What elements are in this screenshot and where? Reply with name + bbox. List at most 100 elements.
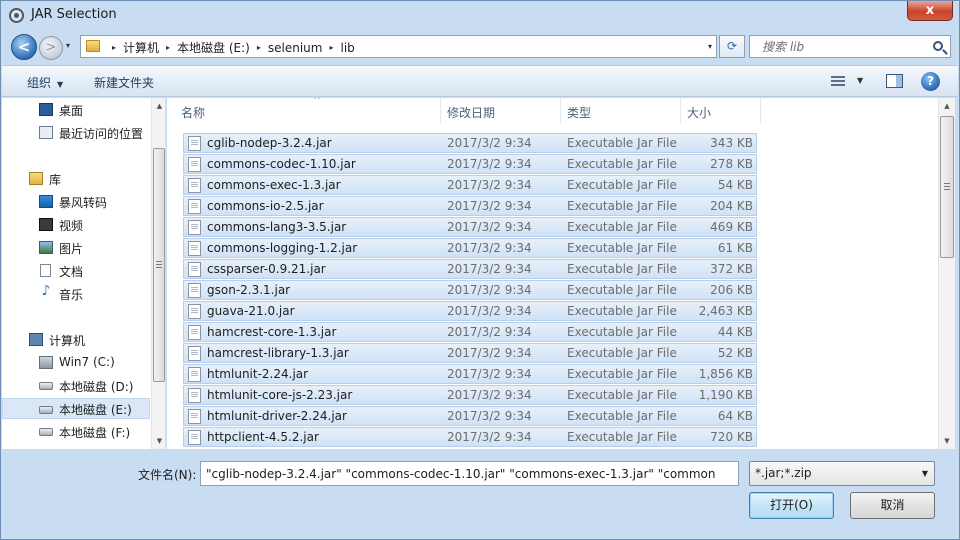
file-type: Executable Jar File bbox=[567, 241, 677, 255]
file-size: 278 KB bbox=[710, 157, 753, 171]
nav-item-documents[interactable]: 文档 bbox=[2, 260, 150, 281]
nav-item-label: 本地磁盘 (E:) bbox=[59, 403, 132, 417]
file-row[interactable]: cglib-nodep-3.2.4.jar 2017/3/2 9:34 Execut… bbox=[183, 133, 757, 153]
file-name: htmlunit-driver-2.24.jar bbox=[207, 409, 347, 423]
file-name: commons-exec-1.3.jar bbox=[207, 178, 341, 192]
scroll-down-arrow[interactable]: ▼ bbox=[152, 433, 165, 449]
file-row[interactable]: gson-2.3.1.jar 2017/3/2 9:34 Executable Ja… bbox=[183, 280, 757, 300]
nav-pane-scroll-thumb[interactable] bbox=[153, 148, 165, 382]
chevron-right-icon[interactable]: ▸ bbox=[112, 43, 116, 52]
file-row[interactable]: commons-logging-1.2.jar 2017/3/2 9:34 Exec… bbox=[183, 238, 757, 258]
file-type: Executable Jar File bbox=[567, 283, 677, 297]
view-dropdown-icon[interactable]: ▼ bbox=[857, 76, 863, 85]
recent-locations-dropdown[interactable]: ▾ bbox=[66, 41, 70, 50]
column-header-size[interactable]: 大小 bbox=[681, 98, 761, 124]
column-header-name[interactable]: 名称 ^ bbox=[175, 98, 441, 124]
file-row[interactable]: commons-io-2.5.jar 2017/3/2 9:34 Executabl… bbox=[183, 196, 757, 216]
desktop-icon bbox=[39, 103, 53, 116]
nav-item-computer[interactable]: 计算机 bbox=[2, 329, 150, 350]
cancel-button[interactable]: 取消 bbox=[850, 492, 935, 519]
chevron-right-icon[interactable]: ▸ bbox=[257, 43, 261, 52]
breadcrumb-drive-e[interactable]: 本地磁盘 (E:) bbox=[177, 39, 250, 56]
file-date: 2017/3/2 9:34 bbox=[447, 262, 532, 276]
search-icon[interactable] bbox=[933, 41, 943, 51]
column-header-type[interactable]: 类型 bbox=[561, 98, 681, 124]
nav-item-desktop[interactable]: 桌面 bbox=[2, 99, 150, 120]
filename-label: 文件名(N): bbox=[138, 468, 197, 482]
new-folder-button[interactable]: 新建文件夹 bbox=[94, 74, 154, 91]
chevron-down-icon: ▼ bbox=[57, 80, 64, 89]
nav-item-drive-e[interactable]: 本地磁盘 (E:) bbox=[2, 398, 150, 419]
file-size: 720 KB bbox=[710, 430, 753, 444]
search-input[interactable] bbox=[760, 36, 920, 57]
file-row[interactable]: commons-lang3-3.5.jar 2017/3/2 9:34 Execut… bbox=[183, 217, 757, 237]
nav-item-storm[interactable]: 暴风转码 bbox=[2, 191, 150, 212]
filename-combobox[interactable] bbox=[200, 461, 739, 486]
file-row[interactable]: htmlunit-core-js-2.23.jar 2017/3/2 9:34 Ex… bbox=[183, 385, 757, 405]
preview-pane-icon[interactable] bbox=[886, 74, 903, 88]
file-row[interactable]: hamcrest-core-1.3.jar 2017/3/2 9:34 Execut… bbox=[183, 322, 757, 342]
file-type: Executable Jar File bbox=[567, 409, 677, 423]
back-button[interactable]: < bbox=[11, 34, 37, 60]
column-header-label: 类型 bbox=[567, 106, 592, 120]
breadcrumb-computer[interactable]: 计算机 bbox=[123, 39, 159, 56]
scroll-up-arrow[interactable]: ▲ bbox=[939, 98, 955, 114]
file-name: commons-logging-1.2.jar bbox=[207, 241, 358, 255]
file-row[interactable]: cssparser-0.9.21.jar 2017/3/2 9:34 Executa… bbox=[183, 259, 757, 279]
jar-file-icon bbox=[188, 367, 201, 382]
file-type: Executable Jar File bbox=[567, 388, 677, 402]
nav-item-music[interactable]: ♪ 音乐 bbox=[2, 283, 150, 304]
view-options-icon[interactable] bbox=[831, 76, 845, 87]
open-button[interactable]: 打开(O) bbox=[749, 492, 834, 519]
chevron-right-icon[interactable]: ▸ bbox=[329, 43, 333, 52]
nav-item-drive-c[interactable]: Win7 (C:) bbox=[2, 352, 150, 373]
filename-input[interactable] bbox=[201, 462, 721, 485]
help-icon[interactable]: ? bbox=[921, 72, 940, 91]
file-row[interactable]: httpclient-4.5.2.jar 2017/3/2 9:34 Executa… bbox=[183, 427, 757, 447]
scroll-up-arrow[interactable]: ▲ bbox=[152, 98, 165, 114]
command-bar: 组织 ▼ 新建文件夹 ▼ ? bbox=[2, 65, 958, 97]
nav-item-library[interactable]: 库 bbox=[2, 168, 150, 189]
recent-places-icon bbox=[39, 126, 53, 139]
file-list-scroll-thumb[interactable] bbox=[940, 116, 954, 258]
file-list-scrollbar[interactable]: ▲ ▼ bbox=[938, 98, 955, 449]
windows-drive-icon bbox=[39, 356, 53, 369]
close-button[interactable]: x bbox=[907, 1, 953, 21]
jar-selection-dialog: JAR Selection x < > ▾ ▸ 计算机 ▸ 本地磁盘 (E:) … bbox=[0, 0, 960, 540]
nav-pane-scrollbar[interactable]: ▲ ▼ bbox=[151, 98, 165, 449]
file-date: 2017/3/2 9:34 bbox=[447, 430, 532, 444]
nav-item-label: 桌面 bbox=[59, 104, 84, 118]
breadcrumb-selenium[interactable]: selenium bbox=[268, 41, 323, 55]
nav-item-pictures[interactable]: 图片 bbox=[2, 237, 150, 258]
file-type-filter[interactable]: *.jar;*.zip ▼ bbox=[749, 461, 935, 486]
chevron-right-icon[interactable]: ▸ bbox=[166, 43, 170, 52]
file-date: 2017/3/2 9:34 bbox=[447, 157, 532, 171]
nav-item-recent-places[interactable]: 最近访问的位置 bbox=[2, 122, 150, 143]
file-name: guava-21.0.jar bbox=[207, 304, 295, 318]
forward-button[interactable]: > bbox=[39, 36, 63, 60]
file-row[interactable]: hamcrest-library-1.3.jar 2017/3/2 9:34 Exe… bbox=[183, 343, 757, 363]
nav-item-drive-d[interactable]: 本地磁盘 (D:) bbox=[2, 375, 150, 396]
search-box[interactable] bbox=[749, 35, 951, 58]
breadcrumb-lib[interactable]: lib bbox=[340, 41, 354, 55]
nav-item-videos[interactable]: 视频 bbox=[2, 214, 150, 235]
file-type: Executable Jar File bbox=[567, 430, 677, 444]
file-row[interactable]: htmlunit-driver-2.24.jar 2017/3/2 9:34 Exe… bbox=[183, 406, 757, 426]
jar-file-icon bbox=[188, 262, 201, 277]
file-row[interactable]: htmlunit-2.24.jar 2017/3/2 9:34 Executable… bbox=[183, 364, 757, 384]
column-header-date[interactable]: 修改日期 bbox=[441, 98, 561, 124]
organize-button[interactable]: 组织 ▼ bbox=[27, 74, 63, 91]
scroll-down-arrow[interactable]: ▼ bbox=[939, 433, 955, 449]
nav-item-drive-f[interactable]: 本地磁盘 (F:) bbox=[2, 421, 150, 442]
music-icon: ♪ bbox=[41, 283, 51, 299]
file-size: 372 KB bbox=[710, 262, 753, 276]
address-bar[interactable]: ▸ 计算机 ▸ 本地磁盘 (E:) ▸ selenium ▸ lib ▾ bbox=[80, 35, 717, 58]
file-row[interactable]: commons-codec-1.10.jar 2017/3/2 9:34 Execu… bbox=[183, 154, 757, 174]
grip-line bbox=[156, 267, 162, 268]
file-row[interactable]: commons-exec-1.3.jar 2017/3/2 9:34 Executa… bbox=[183, 175, 757, 195]
grip-line bbox=[156, 261, 162, 262]
file-row[interactable]: guava-21.0.jar 2017/3/2 9:34 Executable Ja… bbox=[183, 301, 757, 321]
address-dropdown-icon[interactable]: ▾ bbox=[708, 42, 712, 51]
refresh-button[interactable]: ⟳ bbox=[719, 35, 745, 58]
jar-file-icon bbox=[188, 325, 201, 340]
